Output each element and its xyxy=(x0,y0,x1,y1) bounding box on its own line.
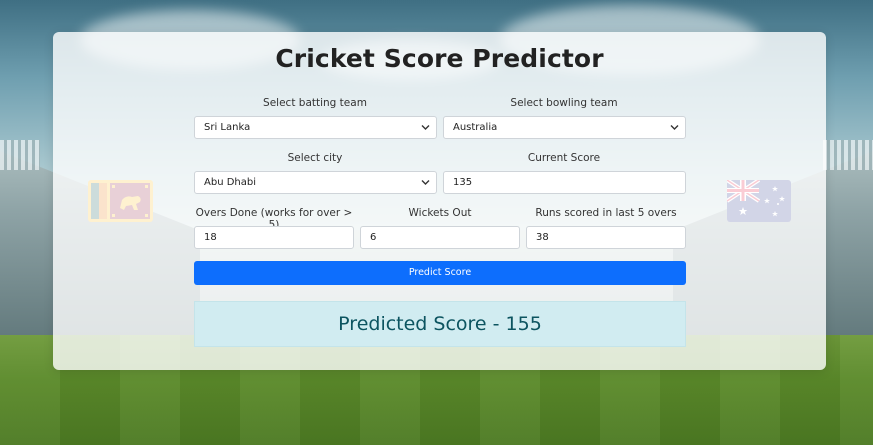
batting-team-label: Select batting team xyxy=(263,97,367,109)
predictor-card: Cricket Score Predictor Select batting t… xyxy=(53,32,826,370)
bowling-team-label: Select bowling team xyxy=(510,97,618,109)
runs-last-5-value: 38 xyxy=(536,232,549,243)
runs-last-5-label: Runs scored in last 5 overs xyxy=(535,207,677,219)
page-title: Cricket Score Predictor xyxy=(275,44,604,73)
wickets-out-value: 6 xyxy=(370,232,377,243)
batting-team-value: Sri Lanka xyxy=(204,122,251,133)
chevron-down-icon xyxy=(670,125,679,130)
bowling-team-select[interactable]: Australia xyxy=(443,116,686,139)
wickets-out-input[interactable]: 6 xyxy=(360,226,520,249)
wickets-out-label: Wickets Out xyxy=(408,207,472,219)
city-value: Abu Dhabi xyxy=(204,177,256,188)
predict-score-button[interactable]: Predict Score xyxy=(194,261,686,285)
overs-done-value: 18 xyxy=(204,232,217,243)
predicted-score-alert: Predicted Score - 155 xyxy=(194,301,686,347)
current-score-label: Current Score xyxy=(527,152,601,164)
chevron-down-icon xyxy=(421,125,430,130)
overs-done-input[interactable]: 18 xyxy=(194,226,354,249)
bowling-team-value: Australia xyxy=(453,122,498,133)
batting-team-select[interactable]: Sri Lanka xyxy=(194,116,437,139)
current-score-value: 135 xyxy=(453,177,473,188)
runs-last-5-input[interactable]: 38 xyxy=(526,226,686,249)
city-select[interactable]: Abu Dhabi xyxy=(194,171,437,194)
city-label: Select city xyxy=(287,152,343,164)
chevron-down-icon xyxy=(421,180,430,185)
current-score-input[interactable]: 135 xyxy=(443,171,686,194)
